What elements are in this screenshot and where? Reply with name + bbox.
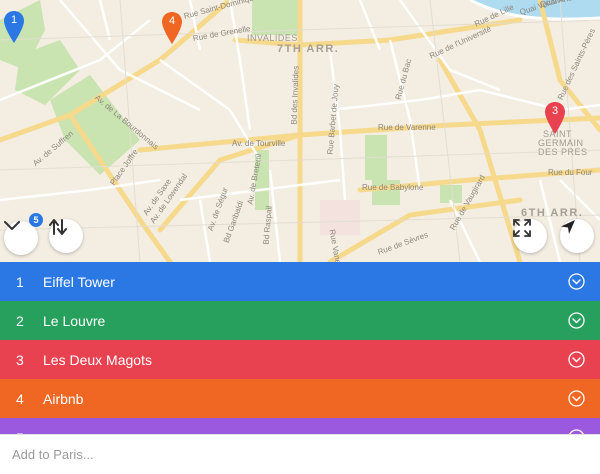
add-place-bar	[0, 434, 600, 474]
list-item-place-5[interactable]: 5	[0, 418, 600, 434]
chevron-down-circle-icon[interactable]	[568, 273, 585, 290]
place-number: 2	[16, 312, 24, 329]
places-list: 1 Eiffel Tower 2 Le Louvre 3 Les Deux Ma…	[0, 262, 600, 434]
pin-number: 1	[10, 14, 18, 26]
place-name: Le Louvre	[43, 312, 106, 329]
chevron-down-circle-icon[interactable]	[568, 312, 585, 329]
map-roads	[0, 0, 600, 262]
street-label: Rue de Babylone	[362, 183, 424, 192]
locate-button[interactable]	[560, 219, 594, 253]
place-number: 1	[16, 273, 24, 290]
sort-button[interactable]	[49, 219, 83, 253]
pin-number: 4	[168, 15, 176, 27]
street-label: Rue du Four	[548, 168, 593, 177]
district-label: 6TH ARR.	[521, 207, 584, 219]
add-place-input[interactable]	[12, 447, 572, 462]
map-view[interactable]: 7TH ARR. 6TH ARR. INVALIDES SAINT GERMAI…	[0, 0, 600, 262]
place-name: Airbnb	[43, 390, 84, 407]
area-label: INVALIDES	[247, 33, 298, 43]
swap-vertical-icon	[49, 219, 67, 235]
count-badge: 5	[29, 213, 43, 227]
chevron-down-icon	[4, 221, 20, 230]
navigation-arrow-icon	[561, 220, 575, 234]
place-name: Eiffel Tower	[43, 273, 115, 290]
list-item-eiffel-tower[interactable]: 1 Eiffel Tower	[0, 262, 600, 301]
expand-icon	[513, 219, 531, 237]
place-number: 4	[16, 390, 24, 407]
chevron-down-circle-icon[interactable]	[568, 351, 585, 368]
list-item-airbnb[interactable]: 4 Airbnb	[0, 379, 600, 418]
street-label: Av. de Tourville	[232, 139, 286, 148]
map-pin-4[interactable]: 4	[161, 11, 183, 45]
street-label: Rue de Varenne	[378, 123, 436, 132]
area-label: DES PRES	[538, 147, 588, 157]
district-label: 7TH ARR.	[277, 43, 340, 55]
map-pin-3[interactable]: 3	[544, 101, 566, 135]
pin-number: 3	[551, 105, 559, 117]
chevron-down-circle-icon[interactable]	[568, 390, 585, 407]
place-name: Les Deux Magots	[43, 351, 152, 368]
list-item-les-deux-magots[interactable]: 3 Les Deux Magots	[0, 340, 600, 379]
list-item-le-louvre[interactable]: 2 Le Louvre	[0, 301, 600, 340]
fullscreen-button[interactable]	[513, 219, 547, 253]
map-pin-1[interactable]: 1	[3, 10, 25, 44]
place-number: 3	[16, 351, 24, 368]
